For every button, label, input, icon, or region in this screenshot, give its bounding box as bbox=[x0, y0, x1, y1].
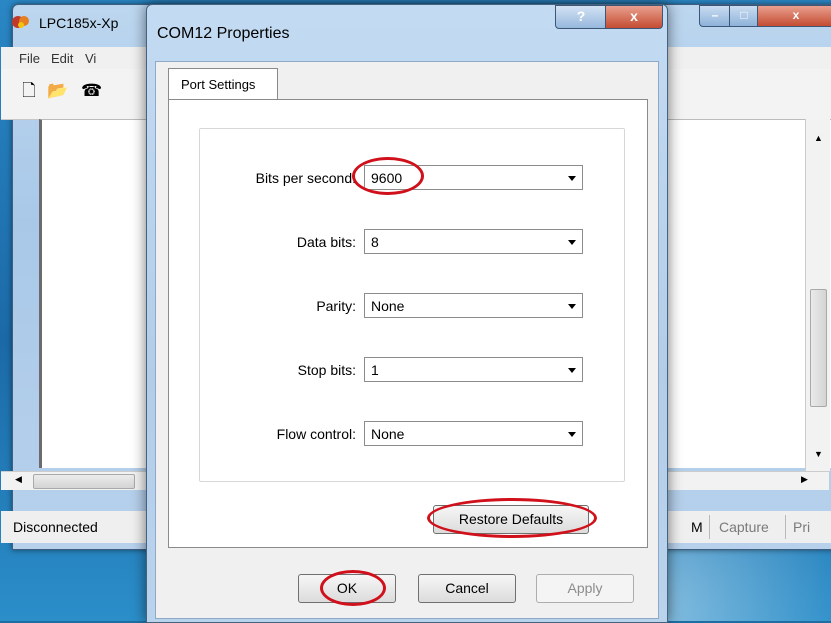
dialog-caption-buttons: ? x bbox=[555, 5, 663, 29]
menu-file[interactable]: File bbox=[19, 51, 40, 66]
apply-button[interactable]: Apply bbox=[536, 574, 634, 603]
port-settings-panel: Bits per second: 9600 Data bits: 8 Parit… bbox=[168, 99, 648, 548]
data-bits-select[interactable]: 8 bbox=[364, 229, 583, 254]
flow-control-label: Flow control: bbox=[276, 426, 356, 442]
phone-icon[interactable]: ☎ bbox=[81, 81, 102, 101]
bits-per-second-select[interactable]: 9600 bbox=[364, 165, 583, 190]
scroll-right-icon[interactable]: ▶ bbox=[801, 474, 808, 485]
restore-defaults-button[interactable]: Restore Defaults bbox=[433, 505, 589, 534]
chevron-down-icon bbox=[568, 368, 576, 373]
new-file-icon[interactable]: 🗋 bbox=[19, 81, 39, 101]
chevron-down-icon bbox=[568, 432, 576, 437]
horizontal-scroll-thumb[interactable] bbox=[33, 474, 135, 489]
chevron-down-icon bbox=[568, 176, 576, 181]
flow-control-select[interactable]: None bbox=[364, 421, 583, 446]
help-button[interactable]: ? bbox=[555, 5, 607, 29]
cancel-button[interactable]: Cancel bbox=[418, 574, 516, 603]
chevron-down-icon bbox=[568, 240, 576, 245]
menu-edit[interactable]: Edit bbox=[51, 51, 73, 66]
vertical-scroll-thumb[interactable] bbox=[810, 289, 827, 407]
hyperterminal-app-icon bbox=[12, 16, 29, 28]
open-folder-icon[interactable]: 📂 bbox=[47, 81, 68, 101]
status-separator bbox=[785, 515, 786, 539]
stop-bits-label: Stop bits: bbox=[297, 362, 356, 378]
scroll-down-icon[interactable]: ▼ bbox=[814, 449, 823, 459]
dialog-close-button[interactable]: x bbox=[605, 5, 663, 29]
ok-button[interactable]: OK bbox=[298, 574, 396, 603]
chevron-down-icon bbox=[568, 304, 576, 309]
bits-per-second-value: 9600 bbox=[371, 170, 403, 186]
bits-per-second-label: Bits per second: bbox=[255, 170, 356, 186]
status-capture: Capture bbox=[719, 519, 769, 535]
stop-bits-value: 1 bbox=[371, 362, 379, 378]
dialog-title: COM12 Properties bbox=[157, 25, 290, 42]
window-title: LPC185x-Xp bbox=[39, 15, 119, 31]
tab-label: Port Settings bbox=[181, 77, 256, 92]
scroll-up-icon[interactable]: ▲ bbox=[814, 133, 823, 143]
parity-select[interactable]: None bbox=[364, 293, 583, 318]
status-separator bbox=[709, 515, 710, 539]
status-col-m: M bbox=[691, 519, 703, 535]
settings-group: Bits per second: 9600 Data bits: 8 Parit… bbox=[199, 128, 625, 482]
status-print: Pri bbox=[793, 519, 811, 535]
stop-bits-select[interactable]: 1 bbox=[364, 357, 583, 382]
parity-label: Parity: bbox=[316, 298, 356, 314]
parity-value: None bbox=[371, 298, 405, 314]
flow-control-value: None bbox=[371, 426, 405, 442]
scroll-left-icon[interactable]: ◀ bbox=[15, 474, 22, 485]
tab-port-settings[interactable]: Port Settings bbox=[168, 68, 278, 101]
maximize-button[interactable]: □ bbox=[729, 5, 759, 27]
com-properties-dialog: COM12 Properties ? x Port Settings Bits … bbox=[146, 4, 668, 623]
close-button[interactable]: x bbox=[757, 5, 831, 27]
vertical-scrollbar[interactable]: ▲ ▼ bbox=[805, 119, 830, 471]
data-bits-value: 8 bbox=[371, 234, 379, 250]
connection-status: Disconnected bbox=[13, 519, 98, 535]
menu-view[interactable]: Vi bbox=[85, 51, 96, 66]
minimize-button[interactable]: – bbox=[699, 5, 731, 27]
dialog-body: Port Settings Bits per second: 9600 Data… bbox=[155, 61, 659, 619]
window-caption-buttons: – □ x bbox=[699, 5, 831, 27]
data-bits-label: Data bits: bbox=[296, 234, 356, 250]
